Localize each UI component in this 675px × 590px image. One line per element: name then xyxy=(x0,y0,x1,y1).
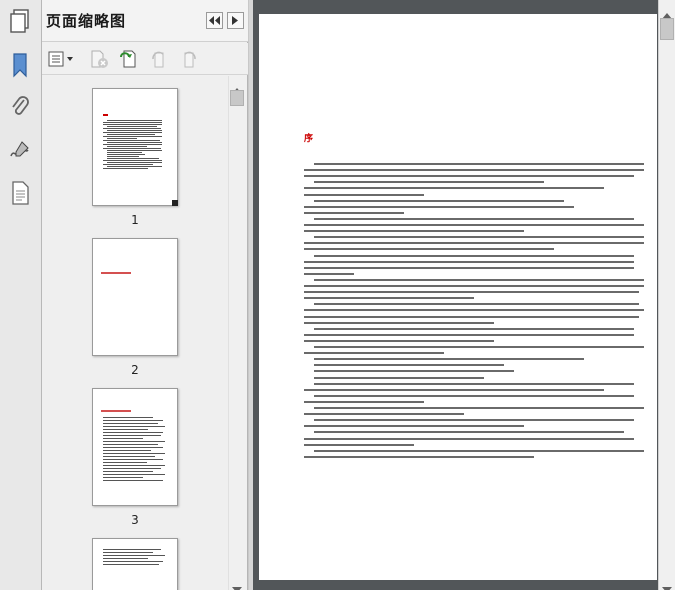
text-line xyxy=(304,315,639,318)
text-line xyxy=(304,309,644,312)
text-line xyxy=(314,358,584,361)
text-line xyxy=(304,297,474,300)
text-line xyxy=(304,425,524,428)
text-line xyxy=(304,437,634,440)
delete-page-icon[interactable] xyxy=(88,48,110,70)
text-line xyxy=(314,449,644,452)
thumbnail-toolbar xyxy=(42,43,248,75)
insert-page-icon[interactable] xyxy=(118,48,142,70)
text-line xyxy=(304,248,554,251)
page-thumbnail[interactable] xyxy=(92,388,178,506)
pages-icon[interactable] xyxy=(5,6,35,36)
thumbnail-page-number: 3 xyxy=(131,513,139,527)
text-line xyxy=(314,236,644,239)
expand-right-icon[interactable] xyxy=(227,12,244,29)
text-line xyxy=(304,169,644,172)
text-line xyxy=(314,278,644,281)
text-line xyxy=(314,181,544,184)
text-line xyxy=(314,370,514,373)
navigation-rail xyxy=(0,0,42,590)
text-line xyxy=(304,175,634,178)
text-line xyxy=(304,400,424,403)
preface-heading: 序 xyxy=(304,134,314,144)
text-line xyxy=(304,413,464,416)
text-line xyxy=(314,217,634,220)
text-line xyxy=(304,205,574,208)
text-line xyxy=(314,407,644,409)
panel-header: 页面缩略图 xyxy=(42,0,248,42)
attachment-icon[interactable] xyxy=(5,92,35,122)
page-thumbnails-panel: 页面缩略图 1 2 3 xyxy=(42,0,248,590)
bookmark-icon[interactable] xyxy=(5,50,35,80)
text-line xyxy=(314,376,484,379)
scroll-down-icon[interactable] xyxy=(662,578,672,590)
text-line xyxy=(314,364,504,367)
text-line xyxy=(304,285,644,287)
text-line xyxy=(304,333,634,336)
text-line xyxy=(304,352,444,355)
text-line xyxy=(304,291,639,294)
page-thumbnail[interactable] xyxy=(92,88,178,206)
scroll-down-icon[interactable] xyxy=(232,578,242,590)
text-line xyxy=(304,260,634,263)
document-icon[interactable] xyxy=(5,178,35,208)
document-viewport: 序 xyxy=(253,0,658,590)
text-line xyxy=(314,199,564,202)
text-line xyxy=(304,242,644,245)
document-page: 序 xyxy=(259,14,657,580)
page-thumbnail[interactable] xyxy=(92,538,178,590)
text-line xyxy=(314,163,644,165)
options-icon[interactable] xyxy=(48,48,74,70)
document-scrollbar[interactable] xyxy=(658,0,675,590)
signature-icon[interactable] xyxy=(5,136,35,166)
text-line xyxy=(314,303,639,306)
pdf-reader-window: 页面缩略图 1 2 3 序 xyxy=(0,0,675,590)
text-line xyxy=(304,224,644,226)
thumbnail-scroll-thumb[interactable] xyxy=(230,90,244,106)
text-line xyxy=(314,394,634,397)
text-line xyxy=(314,419,634,422)
text-line xyxy=(304,388,604,391)
text-line xyxy=(314,327,634,330)
document-scroll-thumb[interactable] xyxy=(660,18,674,40)
text-line xyxy=(304,230,524,233)
rotate-left-icon[interactable] xyxy=(148,48,170,70)
panel-title: 页面缩略图 xyxy=(46,12,127,30)
rotate-right-icon[interactable] xyxy=(178,48,200,70)
collapse-left-icon[interactable] xyxy=(206,12,223,29)
text-line xyxy=(304,272,354,275)
text-line xyxy=(314,431,624,434)
text-line xyxy=(314,254,634,257)
text-line xyxy=(304,443,414,446)
text-line xyxy=(304,266,634,269)
thumbnail-scrollbar[interactable] xyxy=(228,76,245,590)
text-line xyxy=(304,339,494,342)
text-line xyxy=(304,321,494,324)
text-line xyxy=(304,211,404,214)
thumbnail-page-number: 1 xyxy=(131,213,139,227)
thumbnail-list: 1 2 3 xyxy=(42,76,228,590)
text-line xyxy=(304,187,604,190)
thumbnail-page-number: 2 xyxy=(131,363,139,377)
text-line xyxy=(314,382,634,385)
page-thumbnail[interactable] xyxy=(92,238,178,356)
text-line xyxy=(304,193,424,196)
text-line xyxy=(304,455,534,458)
text-line xyxy=(314,346,644,348)
thumbnail-resize-handle[interactable] xyxy=(172,200,178,206)
